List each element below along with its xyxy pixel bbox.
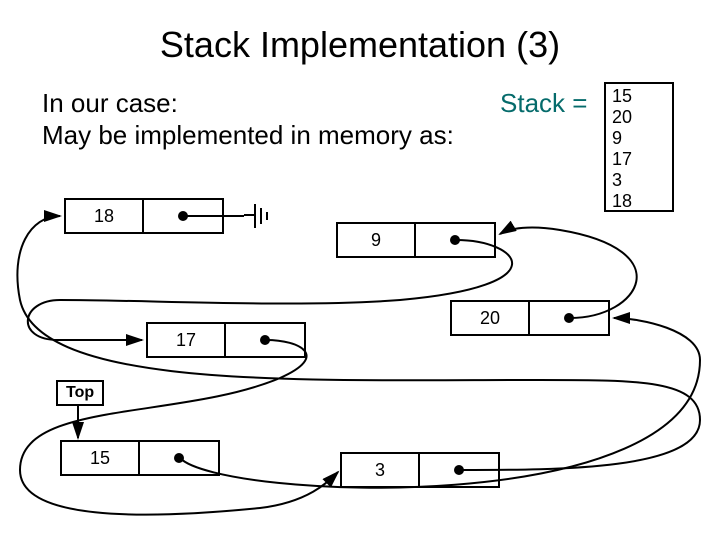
node-value: 18 — [64, 198, 144, 234]
list-node-18: 18 — [64, 198, 224, 234]
node-pointer — [144, 198, 224, 234]
node-pointer — [530, 300, 610, 336]
intro-line-2: May be implemented in memory as: — [42, 120, 454, 151]
list-node-9: 9 — [336, 222, 496, 258]
ground-icon — [244, 202, 274, 232]
pointer-dot-icon — [178, 211, 188, 221]
stack-value: 17 — [612, 149, 666, 170]
stack-value: 9 — [612, 128, 666, 149]
pointer-dot-icon — [454, 465, 464, 475]
node-value: 9 — [336, 222, 416, 258]
node-value: 20 — [450, 300, 530, 336]
stack-equals-label: Stack = — [500, 88, 587, 119]
node-value: 17 — [146, 322, 226, 358]
slide-title: Stack Implementation (3) — [0, 24, 720, 66]
pointer-dot-icon — [260, 335, 270, 345]
pointer-dot-icon — [174, 453, 184, 463]
stack-value: 18 — [612, 191, 666, 212]
list-node-3: 3 — [340, 452, 500, 488]
node-value: 3 — [340, 452, 420, 488]
pointer-dot-icon — [450, 235, 460, 245]
pointer-dot-icon — [564, 313, 574, 323]
top-pointer-box: Top — [56, 380, 104, 406]
node-pointer — [226, 322, 306, 358]
stack-value: 3 — [612, 170, 666, 191]
intro-line-1: In our case: — [42, 88, 178, 119]
stack-contents-box: 15 20 9 17 3 18 — [604, 82, 674, 212]
list-node-15: 15 — [60, 440, 220, 476]
list-node-17: 17 — [146, 322, 306, 358]
list-node-20: 20 — [450, 300, 610, 336]
stack-value: 15 — [612, 86, 666, 107]
node-pointer — [140, 440, 220, 476]
node-value: 15 — [60, 440, 140, 476]
node-pointer — [416, 222, 496, 258]
node-pointer — [420, 452, 500, 488]
stack-value: 20 — [612, 107, 666, 128]
